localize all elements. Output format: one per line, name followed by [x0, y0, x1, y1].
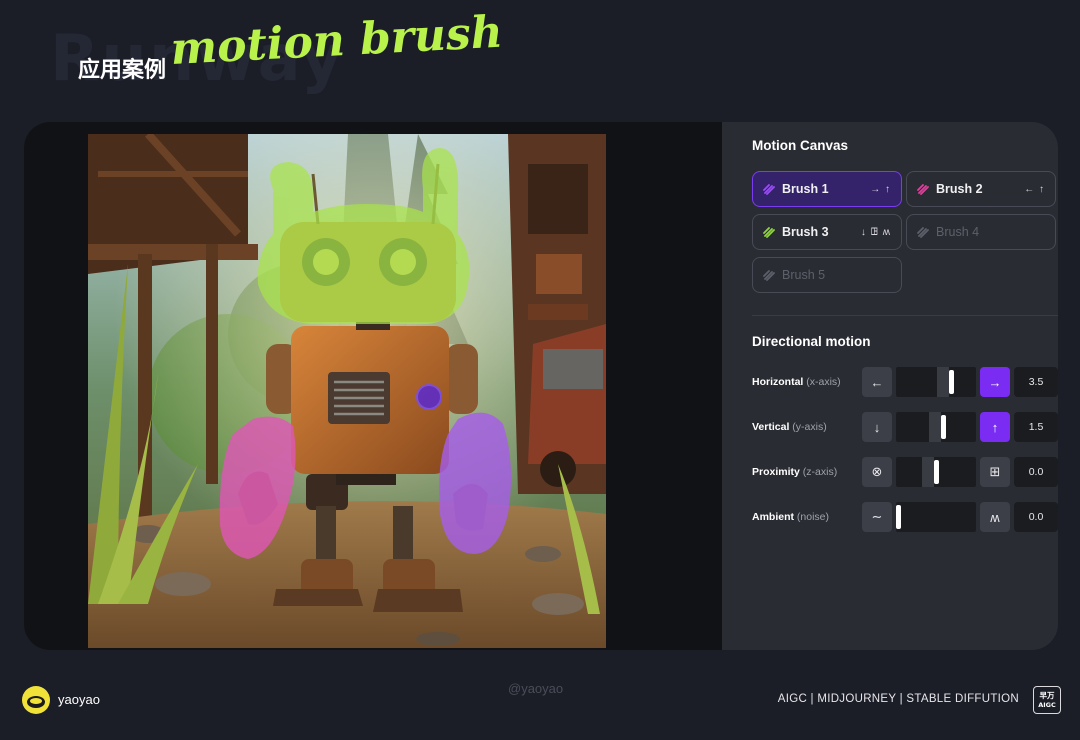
arrow-down-icon[interactable]: ↓ [862, 412, 892, 442]
vertical-value[interactable]: 1.5 [1014, 412, 1058, 442]
robot-scene-image[interactable] [88, 134, 606, 648]
wave-high-icon[interactable]: ʍ [980, 502, 1010, 532]
brush-1-icon [763, 184, 775, 195]
brush-5-button[interactable]: Brush 5 [752, 257, 902, 293]
brush-5-label: Brush 5 [782, 268, 826, 282]
directional-motion-title: Directional motion [752, 334, 871, 349]
control-panel: Motion Canvas Brush 1 → ↑ Brush 2 ← ↑ Br… [722, 122, 1058, 650]
brush-5-icon [763, 270, 775, 281]
author-name: yaoyao [58, 692, 100, 707]
brush-4-button[interactable]: Brush 4 [906, 214, 1056, 250]
brush-4-icon [917, 227, 929, 238]
vertical-control-row: Vertical (y-axis) ↓ ↑ 1.5 [752, 412, 1058, 444]
watermark: @yaoyao [508, 681, 564, 696]
ambient-value[interactable]: 0.0 [1014, 502, 1058, 532]
horizontal-slider[interactable] [896, 367, 976, 397]
ambient-control-row: Ambient (noise) ∼ ʍ 0.0 [752, 502, 1058, 534]
wave-low-icon[interactable]: ∼ [862, 502, 892, 532]
author-avatar-icon [27, 696, 45, 708]
horizontal-slider-fill [937, 367, 949, 397]
proximity-out-icon[interactable]: ⊞ [980, 457, 1010, 487]
horizontal-label: Horizontal (x-axis) [752, 376, 841, 388]
ambient-slider-thumb[interactable] [896, 505, 901, 529]
motion-brush-card: Motion Canvas Brush 1 → ↑ Brush 2 ← ↑ Br… [24, 122, 1058, 650]
arrow-up-icon[interactable]: ↑ [980, 412, 1010, 442]
horizontal-value[interactable]: 3.5 [1014, 367, 1058, 397]
brush-3-directions: ↓ ꖸ ʍ [860, 226, 891, 238]
brush-1-label: Brush 1 [782, 182, 829, 196]
svg-text:早万: 早万 [1040, 691, 1056, 700]
footer-tags: AIGC | MIDJOURNEY | STABLE DIFFUTION [777, 693, 1019, 705]
arrow-left-icon[interactable]: ← [862, 367, 892, 397]
proximity-label: Proximity (z-axis) [752, 466, 838, 478]
brush-2-directions: ← ↑ [1024, 183, 1045, 195]
brush-3-label: Brush 3 [782, 225, 829, 239]
vertical-slider[interactable] [896, 412, 976, 442]
aigc-badge: 早万 AIGC [1033, 686, 1061, 714]
motion-canvas-title: Motion Canvas [752, 138, 849, 153]
brush-1-directions: → ↑ [870, 183, 891, 195]
vertical-slider-thumb[interactable] [941, 415, 946, 439]
header-title-english: motion brush [169, 6, 504, 75]
horizontal-slider-thumb[interactable] [949, 370, 954, 394]
arrow-right-icon[interactable]: → [980, 367, 1010, 397]
horizontal-control-row: Horizontal (x-axis) ← → 3.5 [752, 367, 1058, 399]
proximity-in-icon[interactable]: ⊗ [862, 457, 892, 487]
proximity-control-row: Proximity (z-axis) ⊗ ⊞ 0.0 [752, 457, 1058, 489]
brush-2-icon [917, 184, 929, 195]
proximity-value[interactable]: 0.0 [1014, 457, 1058, 487]
brush-3-icon [763, 227, 775, 238]
motion-canvas-area [24, 122, 722, 650]
author-avatar [22, 686, 50, 714]
aigc-badge-logo: 早万 AIGC [1038, 691, 1056, 709]
vertical-label: Vertical (y-axis) [752, 421, 827, 433]
proximity-slider-thumb[interactable] [934, 460, 939, 484]
panel-divider [752, 315, 1058, 316]
proximity-slider-fill [922, 457, 934, 487]
brush-4-label: Brush 4 [936, 225, 980, 239]
robot-scene-illustration [88, 134, 606, 648]
brush-2-button[interactable]: Brush 2 ← ↑ [906, 171, 1056, 207]
header-title-chinese: 应用案例 [78, 58, 167, 83]
ambient-label: Ambient (noise) [752, 511, 830, 523]
proximity-slider[interactable] [896, 457, 976, 487]
ambient-slider[interactable] [896, 502, 976, 532]
brush-1-button[interactable]: Brush 1 → ↑ [752, 171, 902, 207]
vertical-slider-fill [929, 412, 941, 442]
brush-2-label: Brush 2 [936, 182, 983, 196]
svg-text:AIGC: AIGC [1038, 701, 1056, 709]
brush-3-button[interactable]: Brush 3 ↓ ꖸ ʍ [752, 214, 902, 250]
